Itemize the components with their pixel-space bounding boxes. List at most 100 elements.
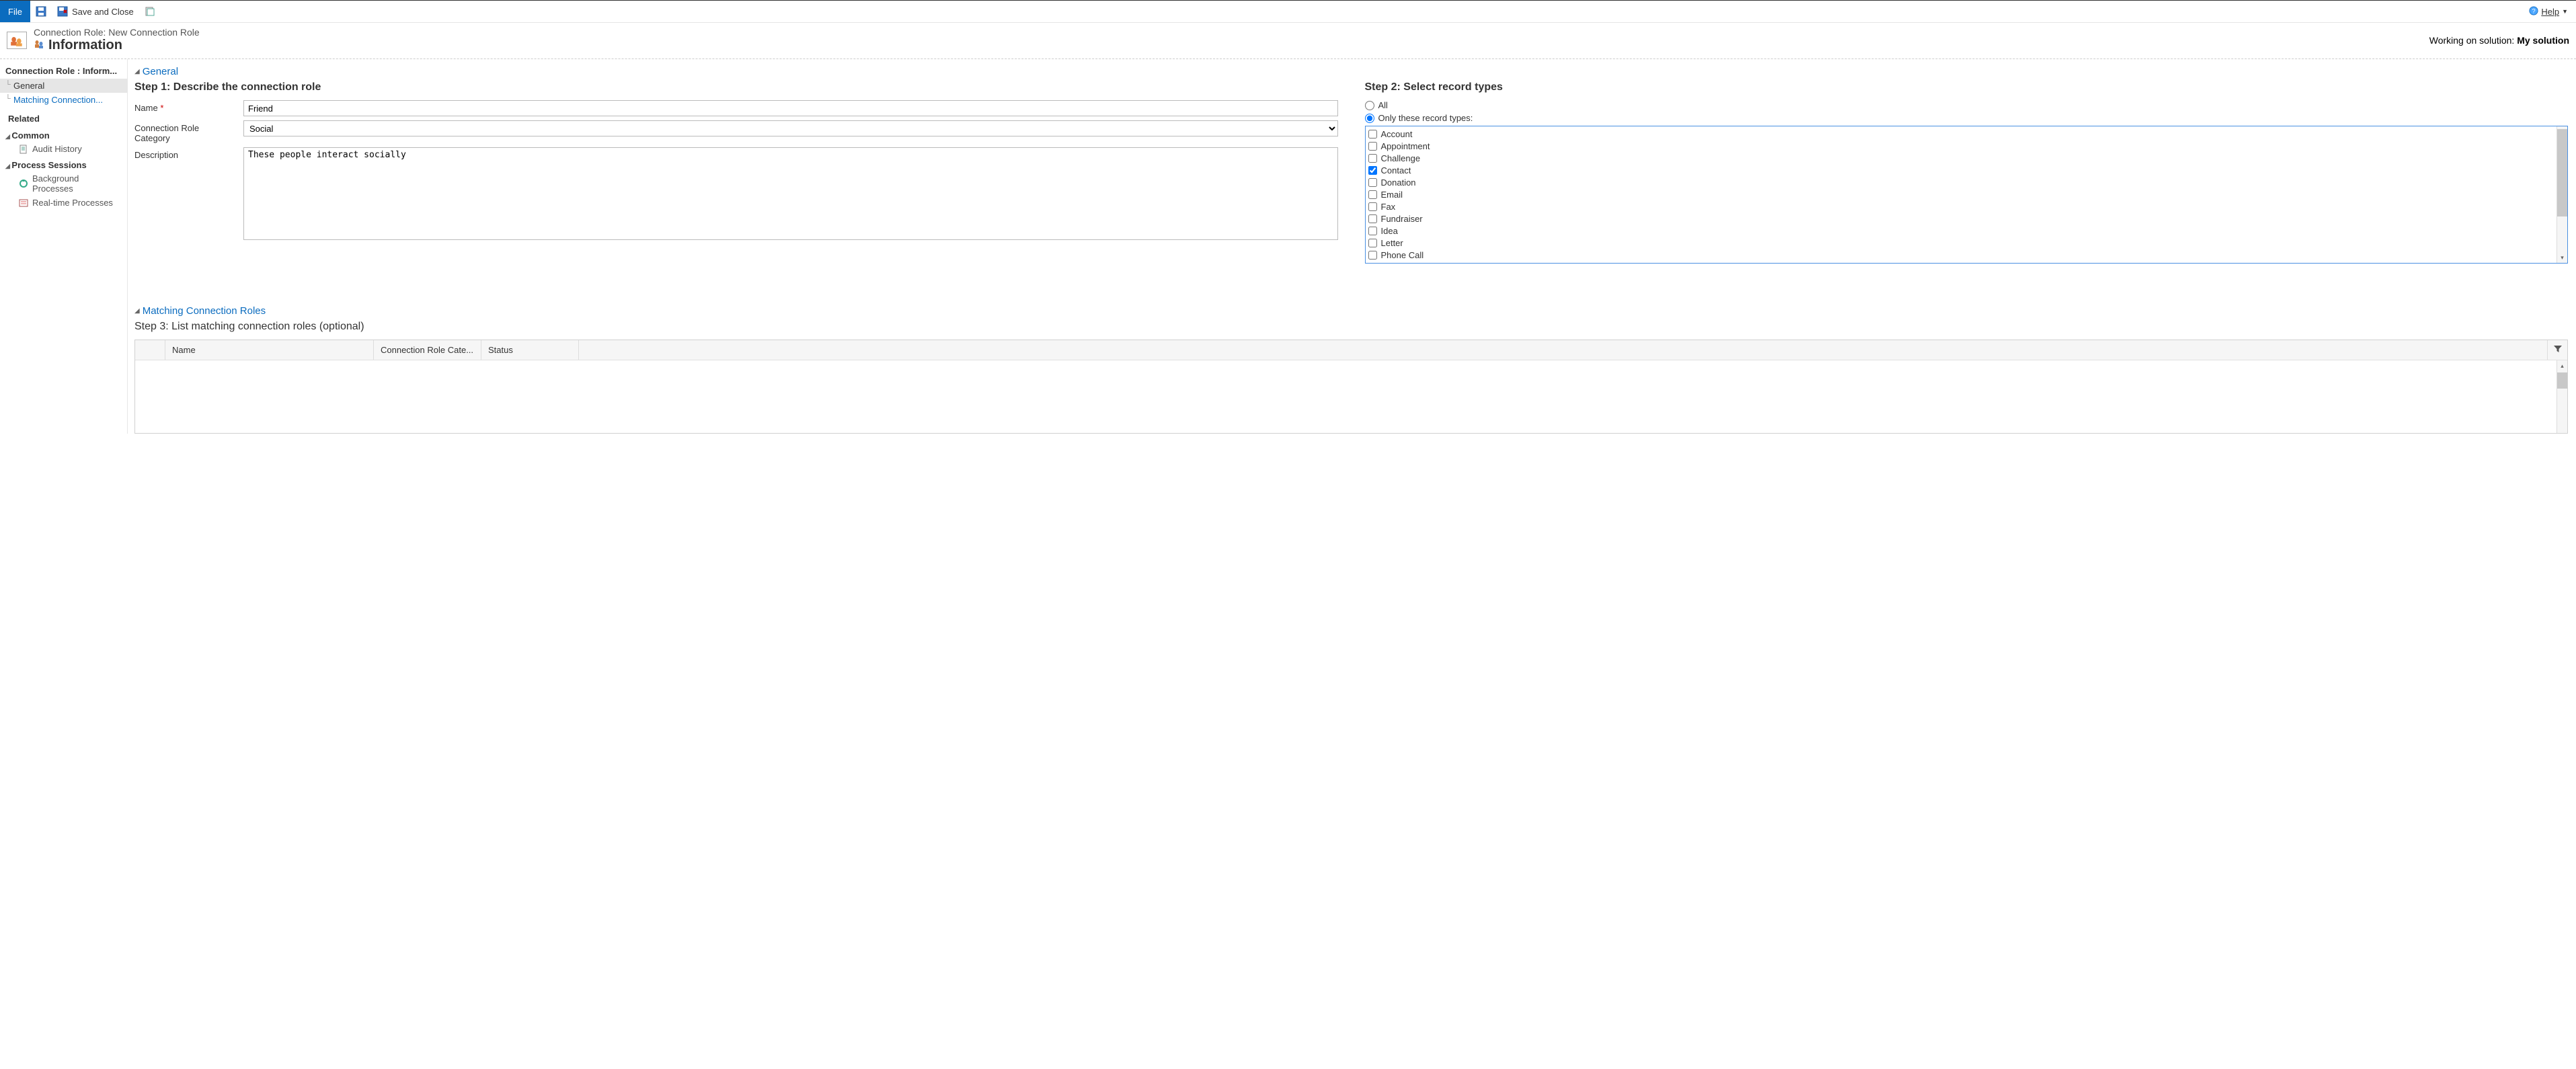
record-type-label: Account xyxy=(1381,129,1413,139)
grid-col-status[interactable]: Status xyxy=(481,340,579,360)
record-type-item[interactable]: Letter xyxy=(1368,237,2554,249)
process-icon xyxy=(19,198,28,208)
file-menu[interactable]: File xyxy=(0,1,30,22)
document-icon xyxy=(19,145,28,154)
record-type-label: Letter xyxy=(1381,238,1403,248)
entity-icon xyxy=(7,32,27,49)
record-type-item[interactable]: Fundraiser xyxy=(1368,212,2554,225)
section-general[interactable]: General xyxy=(134,65,178,81)
page-header: Connection Role: New Connection Role Inf… xyxy=(0,23,2576,59)
sidebar-item-bg-processes[interactable]: Background Processes xyxy=(0,171,127,196)
record-type-label: Fundraiser xyxy=(1381,214,1423,224)
record-type-item[interactable]: Phone Call xyxy=(1368,249,2554,261)
record-type-checkbox[interactable] xyxy=(1368,166,1377,175)
record-type-label: Phone Call xyxy=(1381,250,1424,260)
record-type-label: Challenge xyxy=(1381,153,1421,163)
record-type-checkbox[interactable] xyxy=(1368,130,1377,138)
title-icon xyxy=(34,38,44,53)
record-type-label: Idea xyxy=(1381,226,1398,236)
matching-roles-grid: Name Connection Role Cate... Status ▴ xyxy=(134,340,2568,434)
scroll-down-arrow[interactable]: ▾ xyxy=(2557,252,2567,263)
sidebar-item-rt-processes[interactable]: Real-time Processes xyxy=(0,196,127,210)
record-types-listbox: Account Appointment Challenge ContactDonati… xyxy=(1365,126,2569,264)
category-select[interactable]: Social xyxy=(243,120,1338,136)
scroll-up-arrow[interactable]: ▴ xyxy=(2557,360,2567,371)
label-category: Connection Role Category xyxy=(134,120,235,143)
scrollbar-thumb[interactable] xyxy=(2557,129,2567,216)
sidebar-related-header: Related xyxy=(0,107,127,126)
name-input[interactable] xyxy=(243,100,1338,116)
record-type-checkbox[interactable] xyxy=(1368,142,1377,151)
record-type-checkbox[interactable] xyxy=(1368,202,1377,211)
step2-title: Step 2: Select record types xyxy=(1365,81,2569,93)
action-icon xyxy=(145,6,155,17)
step1-column: Step 1: Describe the connection role Nam… xyxy=(134,81,1338,244)
main-toolbar: File Save and Close ? Help ▼ xyxy=(0,0,2576,23)
page-eyebrow: Connection Role: New Connection Role xyxy=(34,27,2429,38)
description-textarea[interactable] xyxy=(243,147,1338,240)
save-close-icon xyxy=(57,6,68,17)
save-icon xyxy=(36,6,46,17)
save-and-close-button[interactable]: Save and Close xyxy=(52,1,139,22)
record-type-checkbox[interactable] xyxy=(1368,251,1377,260)
record-type-label: Email xyxy=(1381,190,1403,200)
record-type-item[interactable]: Fax xyxy=(1368,200,2554,212)
grid-col-name[interactable]: Name xyxy=(165,340,374,360)
record-type-label: Fax xyxy=(1381,202,1396,212)
help-label: Help xyxy=(2541,7,2559,17)
sidebar-item-audit-history[interactable]: Audit History xyxy=(0,142,127,156)
step2-column: Step 2: Select record types All Only the… xyxy=(1365,81,2569,264)
left-nav: Connection Role : Inform... General Matc… xyxy=(0,59,128,434)
record-type-item[interactable]: Appointment xyxy=(1368,140,2554,152)
chevron-down-icon: ▼ xyxy=(2562,8,2568,15)
record-type-item[interactable]: Idea xyxy=(1368,225,2554,237)
record-type-checkbox[interactable] xyxy=(1368,154,1377,163)
sidebar-item-matching[interactable]: Matching Connection... xyxy=(0,93,127,107)
step1-title: Step 1: Describe the connection role xyxy=(134,81,1338,93)
sidebar-item-general[interactable]: General xyxy=(0,79,127,93)
radio-only[interactable] xyxy=(1365,114,1374,123)
section-matching[interactable]: Matching Connection Roles xyxy=(134,304,266,321)
record-type-checkbox[interactable] xyxy=(1368,227,1377,235)
scrollbar-thumb[interactable] xyxy=(2557,372,2567,389)
record-type-checkbox[interactable] xyxy=(1368,190,1377,199)
grid-header: Name Connection Role Cate... Status xyxy=(135,340,2567,360)
record-type-label: Contact xyxy=(1381,165,1411,175)
record-type-label: Appointment xyxy=(1381,141,1430,151)
label-name: Name * xyxy=(134,100,235,116)
help-menu[interactable]: ? Help ▼ xyxy=(2521,1,2576,22)
record-type-checkbox[interactable] xyxy=(1368,263,1377,264)
radio-only-label: Only these record types: xyxy=(1378,113,1473,123)
save-button[interactable] xyxy=(30,1,52,22)
grid-body xyxy=(135,360,2557,433)
file-menu-label: File xyxy=(8,7,22,17)
filter-icon xyxy=(2553,344,2563,356)
sidebar-title: Connection Role : Inform... xyxy=(0,63,127,79)
record-type-item[interactable]: Position xyxy=(1368,261,2554,263)
actions-button[interactable] xyxy=(139,1,161,22)
label-description: Description xyxy=(134,147,235,240)
svg-text:?: ? xyxy=(2532,7,2536,15)
record-type-item[interactable]: Donation xyxy=(1368,176,2554,188)
help-icon: ? xyxy=(2529,6,2538,17)
grid-col-category[interactable]: Connection Role Cate... xyxy=(374,340,481,360)
grid-checkbox-column[interactable] xyxy=(135,340,165,360)
record-type-item[interactable]: Account xyxy=(1368,128,2554,140)
record-type-checkbox[interactable] xyxy=(1368,239,1377,247)
record-scrollbar[interactable]: ▾ xyxy=(2557,126,2567,263)
record-type-checkbox[interactable] xyxy=(1368,214,1377,223)
record-type-item[interactable]: Challenge xyxy=(1368,152,2554,164)
record-type-item[interactable]: Email xyxy=(1368,188,2554,200)
record-type-label: Position xyxy=(1381,262,1412,264)
record-type-item[interactable]: Contact xyxy=(1368,164,2554,176)
sidebar-group-process[interactable]: Process Sessions xyxy=(0,156,127,171)
grid-scrollbar[interactable]: ▴ xyxy=(2557,360,2567,433)
sidebar-group-common[interactable]: Common xyxy=(0,126,127,142)
solution-indicator: Working on solution: My solution xyxy=(2429,35,2569,46)
record-type-checkbox[interactable] xyxy=(1368,178,1377,187)
page-title: Information xyxy=(48,38,122,53)
grid-filter-button[interactable] xyxy=(2547,340,2567,360)
save-and-close-label: Save and Close xyxy=(72,7,134,17)
gear-refresh-icon xyxy=(19,179,28,188)
radio-all[interactable] xyxy=(1365,101,1374,110)
